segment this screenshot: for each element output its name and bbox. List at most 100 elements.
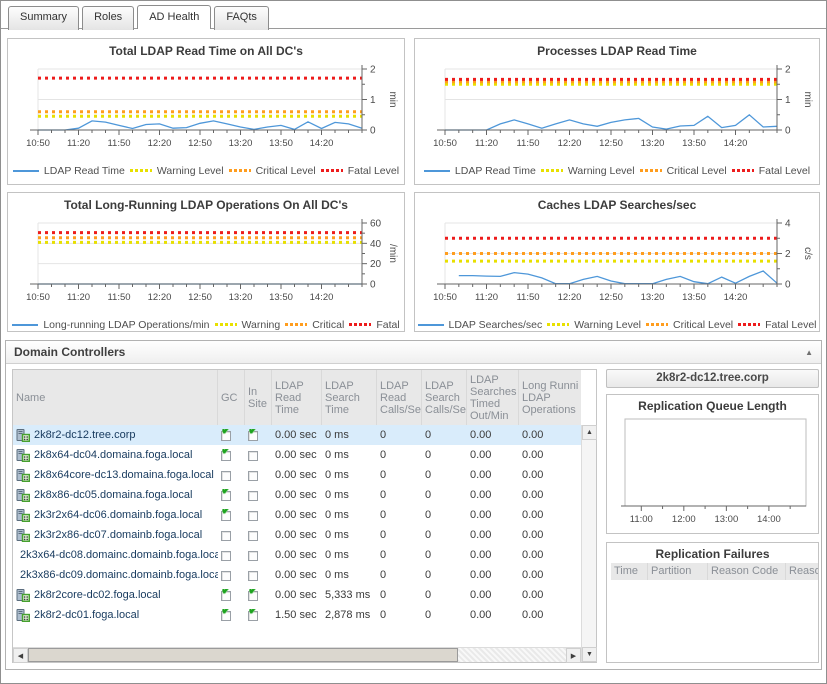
dc-value-cell: 0.00	[519, 609, 581, 621]
tab-roles[interactable]: Roles	[82, 6, 134, 30]
dc-value-cell	[245, 549, 272, 561]
dc-value-cell: 0 ms	[322, 549, 377, 561]
dc-table-header: NameGCIn SiteLDAP Read TimeLDAP Search T…	[13, 370, 581, 425]
svg-text:12:50: 12:50	[188, 138, 212, 149]
svg-text:14:20: 14:20	[724, 292, 748, 303]
dc-name: 2k8x86-dc05.domaina.foga.local	[34, 489, 192, 501]
legend-dotted-sample	[738, 323, 760, 326]
dc-value-cell: 0	[377, 449, 422, 461]
table-row[interactable]: 2k8r2-dc01.foga.local✔✔1.50 sec2,878 ms0…	[13, 605, 581, 625]
dc-value-cell: ✔	[218, 489, 245, 501]
dc-value-cell: ✔	[245, 609, 272, 621]
table-row[interactable]: 2k3r2x64-dc06.domainb.foga.local✔0.00 se…	[13, 505, 581, 525]
table-row[interactable]: 2k8r2core-dc02.foga.local✔✔0.00 sec5,333…	[13, 585, 581, 605]
domain-controller-icon	[16, 509, 30, 522]
table-row[interactable]: 2k3x64-dc08.domainc.domainb.foga.local0.…	[13, 545, 581, 565]
dc-value-cell: 0 ms	[322, 569, 377, 581]
dc-name-cell: 2k8x64-dc04.domaina.foga.local	[13, 449, 218, 462]
dc-value-cell: 0	[422, 489, 467, 501]
column-header[interactable]: LDAP Read Calls/Sec	[377, 370, 422, 425]
tab-faqts[interactable]: FAQts	[214, 6, 269, 30]
vertical-scrollbar[interactable]: ▲ ▼	[581, 425, 596, 662]
failures-column-header[interactable]: Reason Code	[708, 563, 786, 580]
chart-legend: LDAP Searches/secWarning LevelCritical L…	[415, 316, 819, 332]
table-row[interactable]: 2k8x64-dc04.domaina.foga.local✔0.00 sec0…	[13, 445, 581, 465]
dc-value-cell: 0.00	[467, 609, 519, 621]
scroll-right-button[interactable]: ▶	[566, 648, 581, 663]
svg-text:1: 1	[785, 95, 791, 106]
column-header[interactable]: In Site	[245, 370, 272, 425]
chart-title: Total Long-Running LDAP Operations On Al…	[8, 193, 404, 214]
collapse-panel-icon[interactable]: ▲	[805, 348, 813, 357]
unchecked-checkbox-icon	[248, 489, 260, 501]
dc-name: 2k3r2x86-dc07.domainb.foga.local	[34, 529, 202, 541]
chart-title: Processes LDAP Read Time	[415, 39, 819, 60]
dc-value-cell: 0.00 sec	[272, 449, 322, 461]
dc-value-cell: 0.00	[467, 529, 519, 541]
unchecked-checkbox-icon	[248, 529, 260, 541]
scroll-up-button[interactable]: ▲	[582, 425, 597, 440]
tab-summary[interactable]: Summary	[8, 6, 79, 30]
dc-value-cell: 0 ms	[322, 429, 377, 441]
column-header[interactable]: Long Runni LDAP Operations	[519, 370, 581, 425]
legend-label: Warning	[242, 319, 281, 331]
dc-value-cell: 2,878 ms	[322, 609, 377, 621]
unchecked-checkbox-icon	[248, 469, 260, 481]
legend-label: Critical Level	[256, 165, 316, 177]
ad-health-window: Summary Roles AD Health FAQts Total LDAP…	[0, 0, 827, 684]
unchecked-checkbox-icon	[248, 509, 260, 521]
checked-checkbox-icon: ✔	[221, 429, 233, 441]
dc-value-cell: 0	[377, 549, 422, 561]
column-header[interactable]: LDAP Search Time	[322, 370, 377, 425]
scroll-left-button[interactable]: ◀	[13, 648, 28, 663]
legend-label: Fatal	[376, 319, 399, 331]
dc-value-cell: 0.00	[519, 569, 581, 581]
dc-value-cell: 0.00	[467, 509, 519, 521]
scroll-down-button[interactable]: ▼	[582, 647, 597, 662]
svg-text:10:50: 10:50	[433, 292, 457, 303]
dc-value-cell: 0	[422, 469, 467, 481]
line-chart: 024c/s10:5011:2011:5012:2012:5013:2013:5…	[415, 214, 817, 316]
horizontal-scroll-thumb[interactable]	[28, 648, 458, 662]
failures-column-header[interactable]: Reason	[786, 563, 819, 580]
dc-value-cell: ✔	[218, 609, 245, 621]
svg-text:12:20: 12:20	[148, 138, 172, 149]
dc-value-cell	[245, 529, 272, 541]
chart-panel-long-running-ops: Total Long-Running LDAP Operations On Al…	[7, 192, 405, 332]
dc-value-cell	[245, 509, 272, 521]
svg-text:min: min	[387, 91, 398, 107]
failures-column-header[interactable]: Partition	[648, 563, 708, 580]
table-row[interactable]: 2k8x64core-dc13.domaina.foga.local0.00 s…	[13, 465, 581, 485]
domain-controllers-header: Domain Controllers ▲	[6, 341, 821, 364]
dc-value-cell: 0	[377, 469, 422, 481]
column-header[interactable]: Name	[13, 370, 218, 425]
legend-label: Long-running LDAP Operations/min	[43, 319, 209, 331]
dc-value-cell: 0.00	[467, 429, 519, 441]
svg-text:13:20: 13:20	[229, 292, 253, 303]
horizontal-scrollbar[interactable]: ◀ ▶	[13, 647, 581, 662]
table-row[interactable]: 2k8r2-dc12.tree.corp✔✔0.00 sec0 ms000.00…	[13, 425, 581, 445]
column-header[interactable]: GC	[218, 370, 245, 425]
column-header[interactable]: LDAP Read Time	[272, 370, 322, 425]
dc-value-cell: 0 ms	[322, 489, 377, 501]
column-header[interactable]: LDAP Searches Timed Out/Min	[467, 370, 519, 425]
table-row[interactable]: 2k3x86-dc09.domainc.domainb.foga.local0.…	[13, 565, 581, 585]
dc-value-cell: 0.00 sec	[272, 569, 322, 581]
legend-label: Critical	[312, 319, 344, 331]
svg-text:0: 0	[370, 280, 376, 291]
dc-name: 2k3r2x64-dc06.domainb.foga.local	[34, 509, 202, 521]
svg-text:12:50: 12:50	[599, 138, 623, 149]
charts-grid: Total LDAP Read Time on All DC's 012min1…	[1, 29, 826, 332]
dc-value-cell: 0.00	[467, 549, 519, 561]
selected-dc-button[interactable]: 2k8r2-dc12.tree.corp	[606, 369, 819, 388]
failures-column-header[interactable]: Time	[611, 563, 648, 580]
chart-panel-caches-ldap-searches: Caches LDAP Searches/sec 024c/s10:5011:2…	[414, 192, 820, 332]
horizontal-scroll-track[interactable]	[458, 648, 566, 662]
legend-label: Critical Level	[673, 319, 733, 331]
table-row[interactable]: 2k3r2x86-dc07.domainb.foga.local0.00 sec…	[13, 525, 581, 545]
column-header[interactable]: LDAP Search Calls/Sec	[422, 370, 467, 425]
tab-ad-health[interactable]: AD Health	[137, 5, 211, 29]
table-row[interactable]: 2k8x86-dc05.domaina.foga.local✔0.00 sec0…	[13, 485, 581, 505]
dc-value-cell: ✔	[218, 589, 245, 601]
dc-value-cell: ✔	[218, 509, 245, 521]
